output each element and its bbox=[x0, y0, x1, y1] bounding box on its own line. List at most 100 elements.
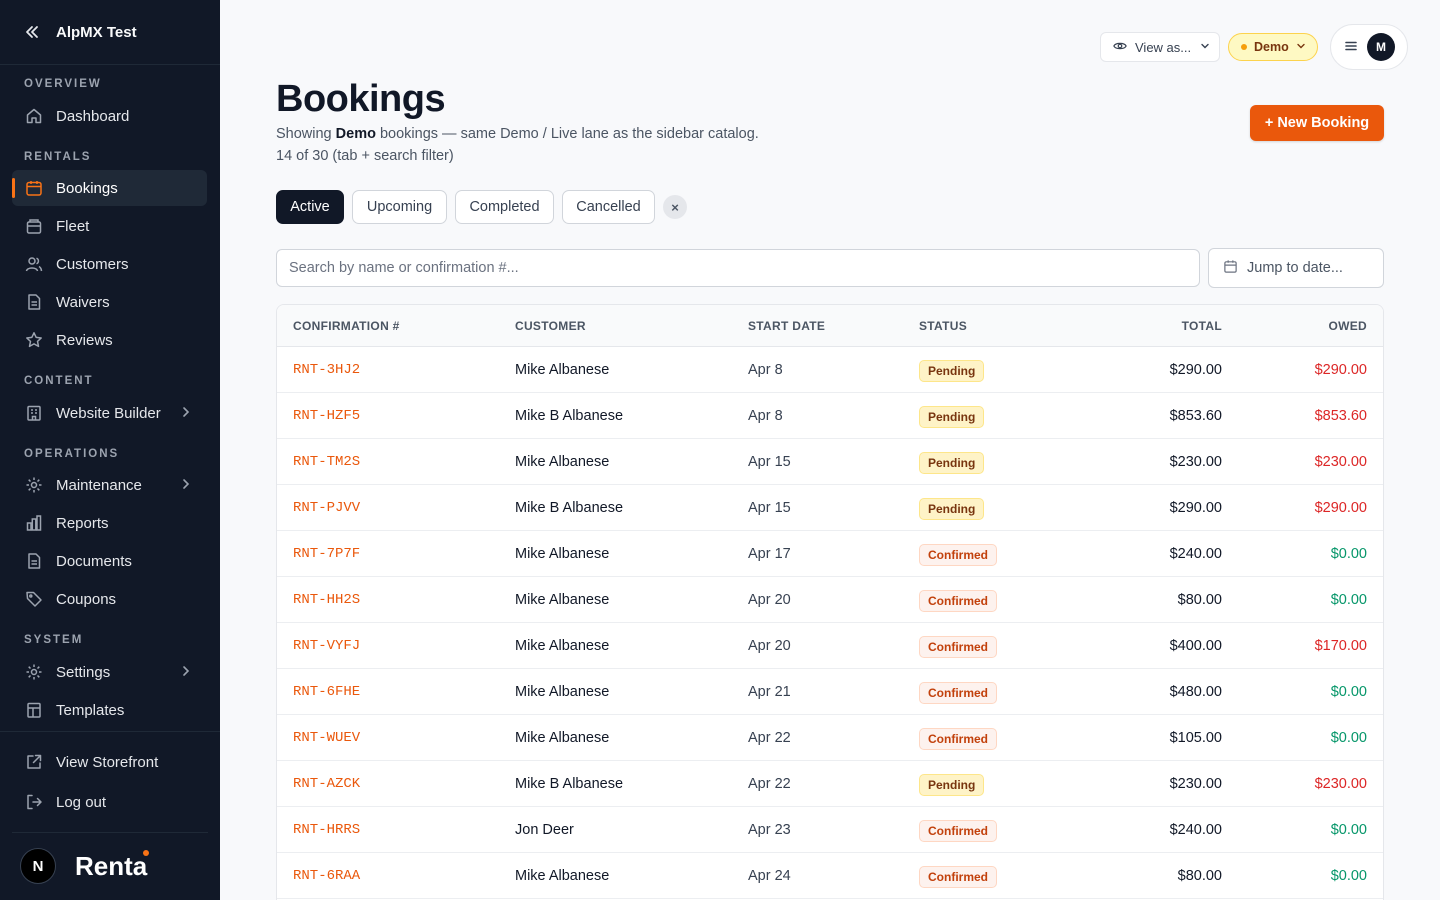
chevron-down-icon bbox=[1199, 40, 1211, 55]
table-row[interactable]: RNT-HH2S Mike Albanese Apr 20 Confirmed $80.… bbox=[277, 577, 1383, 623]
column-header-total[interactable]: TOTAL bbox=[1182, 319, 1222, 333]
log-out-button[interactable]: Log out bbox=[12, 784, 207, 820]
table-row[interactable]: RNT-HRRS Jon Deer Apr 23 Confirmed $240.00 $0… bbox=[277, 807, 1383, 853]
sidebar-item-label: Waivers bbox=[56, 293, 110, 311]
logout-icon bbox=[24, 792, 44, 812]
external-link-icon bbox=[24, 752, 44, 772]
owed-amount: $0.00 bbox=[1330, 546, 1367, 562]
sidebar-item-coupons[interactable]: Coupons bbox=[12, 581, 207, 617]
confirmation-link[interactable]: RNT-6RAA bbox=[293, 868, 360, 884]
table-row[interactable]: RNT-6FHE Mike Albanese Apr 21 Confirmed $480… bbox=[277, 669, 1383, 715]
jump-to-date-field[interactable]: Jump to date... bbox=[1208, 248, 1384, 288]
sidebar-item-settings[interactable]: Settings bbox=[12, 654, 207, 690]
bar-chart-icon bbox=[24, 513, 44, 533]
section-content: CONTENT bbox=[24, 375, 94, 387]
table-row[interactable]: RNT-TM2S Mike Albanese Apr 15 Pending $230.0… bbox=[277, 439, 1383, 485]
sidebar-item-templates[interactable]: Templates bbox=[12, 692, 207, 728]
column-header-status[interactable]: STATUS bbox=[919, 319, 967, 333]
customer-name: Mike B Albanese bbox=[515, 500, 624, 516]
collapse-sidebar-icon[interactable] bbox=[22, 22, 42, 42]
table-row[interactable]: RNT-3HJ2 Mike Albanese Apr 8 Pending $290.00… bbox=[277, 347, 1383, 393]
total-amount: $480.00 bbox=[1169, 684, 1222, 700]
sidebar-item-maintenance[interactable]: Maintenance bbox=[12, 467, 207, 503]
mode-badge-dropdown[interactable]: Demo bbox=[1228, 33, 1318, 61]
total-amount: $230.00 bbox=[1169, 776, 1222, 792]
confirmation-link[interactable]: RNT-HRRS bbox=[293, 822, 360, 838]
sidebar-item-label: Documents bbox=[56, 552, 132, 570]
hamburger-menu-icon bbox=[1344, 39, 1358, 56]
total-amount: $290.00 bbox=[1169, 500, 1222, 516]
confirmation-link[interactable]: RNT-WUEV bbox=[293, 730, 360, 746]
sidebar-item-bookings[interactable]: Bookings bbox=[12, 170, 207, 206]
table-row[interactable]: RNT-7P7F Mike Albanese Apr 17 Confirmed $240… bbox=[277, 531, 1383, 577]
user-menu-button[interactable]: M bbox=[1330, 24, 1408, 70]
subtitle-suffix: bookings — same Demo / Live lane as the … bbox=[375, 126, 759, 142]
status-badge: Pending bbox=[919, 360, 985, 382]
gear-icon bbox=[24, 662, 44, 682]
owed-amount: $230.00 bbox=[1314, 454, 1367, 470]
tab-active[interactable]: Active bbox=[276, 190, 344, 224]
sidebar-item-reports[interactable]: Reports bbox=[12, 505, 207, 541]
confirmation-link[interactable]: RNT-6FHE bbox=[293, 684, 360, 700]
sidebar-item-label: Dashboard bbox=[56, 107, 130, 125]
workspace-avatar[interactable]: N bbox=[20, 848, 56, 884]
total-amount: $240.00 bbox=[1169, 546, 1222, 562]
search-input[interactable] bbox=[276, 249, 1200, 287]
section-overview: OVERVIEW bbox=[24, 78, 102, 90]
status-badge: Confirmed bbox=[919, 544, 997, 566]
eye-icon bbox=[1113, 39, 1127, 56]
tab-cancelled[interactable]: Cancelled bbox=[562, 190, 655, 224]
column-header-confirmation[interactable]: CONFIRMATION # bbox=[293, 319, 400, 333]
user-avatar: M bbox=[1367, 33, 1395, 61]
sidebar-item-customers[interactable]: Customers bbox=[12, 246, 207, 282]
status-badge: Pending bbox=[919, 498, 985, 520]
table-body: RNT-3HJ2 Mike Albanese Apr 8 Pending $290.00… bbox=[277, 347, 1383, 899]
column-header-customer[interactable]: CUSTOMER bbox=[515, 319, 586, 333]
start-date: Apr 20 bbox=[748, 592, 791, 608]
tab-completed[interactable]: Completed bbox=[455, 190, 554, 224]
sidebar-item-fleet[interactable]: Fleet bbox=[12, 208, 207, 244]
sidebar-item-reviews[interactable]: Reviews bbox=[12, 322, 207, 358]
table-row[interactable]: RNT-AZCK Mike B Albanese Apr 22 Pending $230… bbox=[277, 761, 1383, 807]
view-as-dropdown[interactable]: View as... bbox=[1100, 32, 1220, 62]
chevron-down-icon bbox=[1295, 40, 1307, 55]
table-row[interactable]: RNT-HZF5 Mike B Albanese Apr 8 Pending $853.… bbox=[277, 393, 1383, 439]
sidebar-item-website-builder[interactable]: Website Builder bbox=[12, 395, 207, 431]
confirmation-link[interactable]: RNT-AZCK bbox=[293, 776, 360, 792]
chevron-right-icon bbox=[179, 477, 193, 495]
total-amount: $230.00 bbox=[1169, 454, 1222, 470]
table-row[interactable]: RNT-WUEV Mike Albanese Apr 22 Confirmed $105… bbox=[277, 715, 1383, 761]
clear-filter-button[interactable]: × bbox=[663, 195, 687, 219]
column-header-start-date[interactable]: START DATE bbox=[748, 319, 825, 333]
status-badge: Confirmed bbox=[919, 820, 997, 842]
users-icon bbox=[24, 254, 44, 274]
sidebar-item-label: Fleet bbox=[56, 217, 90, 235]
table-row[interactable]: RNT-PJVV Mike B Albanese Apr 15 Pending $290… bbox=[277, 485, 1383, 531]
column-header-owed[interactable]: OWED bbox=[1328, 319, 1367, 333]
sidebar-item-waivers[interactable]: Waivers bbox=[12, 284, 207, 320]
view-storefront-link[interactable]: View Storefront bbox=[12, 744, 207, 780]
view-as-label: View as... bbox=[1135, 39, 1192, 55]
tab-upcoming[interactable]: Upcoming bbox=[352, 190, 447, 224]
table-row[interactable]: RNT-VYFJ Mike Albanese Apr 20 Confirmed $400… bbox=[277, 623, 1383, 669]
owed-amount: $290.00 bbox=[1314, 362, 1367, 378]
subtitle-mode: Demo bbox=[335, 126, 376, 142]
start-date: Apr 22 bbox=[748, 776, 791, 792]
confirmation-link[interactable]: RNT-TM2S bbox=[293, 454, 360, 470]
customer-name: Mike Albanese bbox=[515, 362, 610, 378]
bookings-table: CONFIRMATION # CUSTOMER START DATE STATU… bbox=[276, 304, 1384, 900]
confirmation-link[interactable]: RNT-HZF5 bbox=[293, 408, 360, 424]
sidebar-item-dashboard[interactable]: Dashboard bbox=[12, 98, 207, 134]
confirmation-link[interactable]: RNT-VYFJ bbox=[293, 638, 360, 654]
new-booking-button[interactable]: + New Booking bbox=[1250, 105, 1384, 141]
confirmation-link[interactable]: RNT-PJVV bbox=[293, 500, 360, 516]
confirmation-link[interactable]: RNT-7P7F bbox=[293, 546, 360, 562]
owed-amount: $0.00 bbox=[1330, 730, 1367, 746]
table-row[interactable]: RNT-6RAA Mike Albanese Apr 24 Confirmed $80.… bbox=[277, 853, 1383, 899]
total-amount: $290.00 bbox=[1169, 362, 1222, 378]
confirmation-link[interactable]: RNT-HH2S bbox=[293, 592, 360, 608]
sidebar-item-documents[interactable]: Documents bbox=[12, 543, 207, 579]
building-icon bbox=[24, 403, 44, 423]
subtitle-prefix: Showing bbox=[276, 126, 336, 142]
confirmation-link[interactable]: RNT-3HJ2 bbox=[293, 362, 360, 378]
